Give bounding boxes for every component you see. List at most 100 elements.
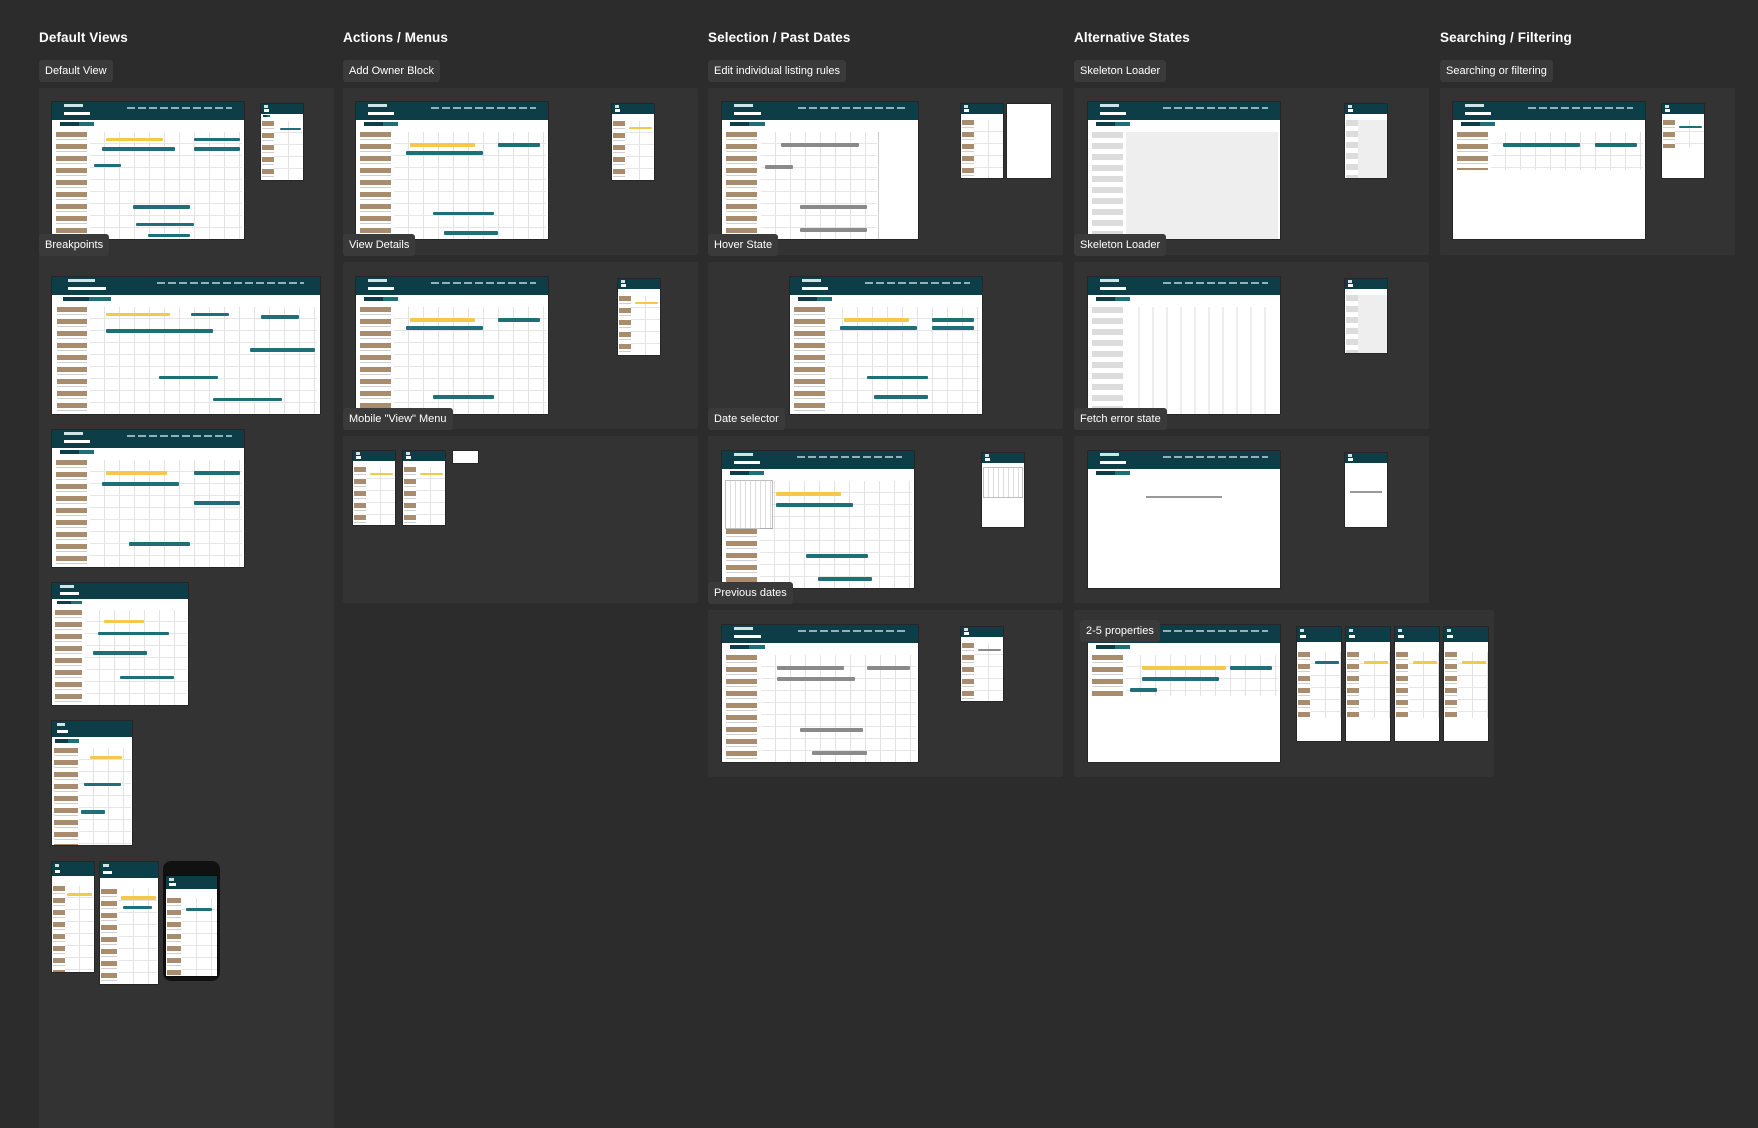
searching-filtering-desktop-mock[interactable] bbox=[1453, 102, 1645, 239]
two-five-properties-mobile-mock-3[interactable] bbox=[1395, 627, 1439, 741]
phone-screen-mock[interactable] bbox=[166, 876, 217, 976]
view-menu-popover[interactable] bbox=[453, 451, 478, 463]
edit-listing-rules-mobile-mock[interactable] bbox=[961, 104, 1003, 178]
frame-label-date-selector[interactable]: Date selector bbox=[708, 408, 785, 430]
mock-property-list bbox=[261, 120, 274, 180]
mobile-view-menu-mock-2[interactable] bbox=[403, 451, 445, 525]
booking-bar bbox=[105, 471, 168, 475]
frame-label-previous-dates[interactable]: Previous dates bbox=[708, 582, 793, 604]
mock-header bbox=[722, 625, 918, 643]
mock-calendar-grid bbox=[366, 467, 395, 525]
breakpoint-md-mock[interactable] bbox=[52, 583, 188, 705]
frame-label-two-five-properties[interactable]: 2-5 properties bbox=[1080, 620, 1160, 642]
mock-property-list bbox=[961, 120, 974, 178]
previous-dates-mobile-mock[interactable] bbox=[961, 627, 1003, 701]
mock-property-list bbox=[725, 655, 758, 762]
searching-filtering-mobile-mock[interactable] bbox=[1662, 104, 1704, 178]
frame-label-view-details[interactable]: View Details bbox=[343, 234, 416, 256]
default-view-mobile-mock[interactable] bbox=[261, 104, 303, 180]
mock-header bbox=[52, 430, 244, 448]
booking-bar bbox=[634, 301, 658, 304]
edit-listing-rules-desktop-mock[interactable] bbox=[722, 102, 918, 239]
mock-tabs bbox=[1095, 121, 1131, 127]
breakpoint-xl-mock[interactable] bbox=[52, 277, 320, 414]
skeleton-loader-desktop-mock-2[interactable] bbox=[1088, 277, 1280, 414]
breakpoint-xs-mock-1[interactable] bbox=[52, 862, 94, 972]
booking-bar bbox=[194, 471, 241, 475]
error-message-line bbox=[1350, 491, 1382, 494]
booking-bar bbox=[866, 375, 929, 380]
booking-bar bbox=[405, 326, 483, 331]
two-five-properties-mobile-mock-1[interactable] bbox=[1297, 627, 1341, 741]
mock-calendar-grid bbox=[761, 132, 877, 239]
add-owner-block-desktop-mock[interactable] bbox=[356, 102, 548, 239]
frame-label-mobile-view-menu[interactable]: Mobile "View" Menu bbox=[343, 408, 453, 430]
two-five-properties-mobile-mock-4[interactable] bbox=[1444, 627, 1488, 741]
panel-mobile-view-menu[interactable] bbox=[343, 436, 698, 603]
fetch-error-mobile-mock[interactable] bbox=[1345, 453, 1387, 527]
frame-label-default-view[interactable]: Default View bbox=[39, 60, 113, 82]
mock-calendar-grid bbox=[118, 888, 158, 984]
frame-label-edit-listing-rules[interactable]: Edit individual listing rules bbox=[708, 60, 846, 82]
section-title-alternative-states: Alternative States bbox=[1074, 30, 1190, 45]
frame-label-fetch-error-state[interactable]: Fetch error state bbox=[1074, 408, 1167, 430]
date-selector-desktop-mock[interactable] bbox=[722, 451, 914, 588]
frame-label-skeleton-loader-1[interactable]: Skeleton Loader bbox=[1074, 60, 1167, 82]
fetch-error-desktop-mock[interactable] bbox=[1088, 451, 1280, 588]
section-title-actions-menus: Actions / Menus bbox=[343, 30, 449, 45]
booking-bar bbox=[1130, 688, 1158, 692]
two-five-properties-desktop-mock[interactable] bbox=[1088, 625, 1280, 762]
hover-state-desktop-mock[interactable] bbox=[790, 277, 982, 414]
frame-label-breakpoints[interactable]: Breakpoints bbox=[39, 234, 110, 256]
previous-dates-desktop-mock[interactable] bbox=[722, 625, 918, 762]
frame-label-add-owner-block[interactable]: Add Owner Block bbox=[343, 60, 440, 82]
date-picker-popover[interactable] bbox=[983, 467, 1023, 498]
booking-bar bbox=[498, 143, 541, 147]
booking-bar bbox=[775, 492, 842, 496]
listing-rules-side-panel[interactable] bbox=[878, 132, 918, 239]
mock-header bbox=[1345, 104, 1387, 114]
listing-rules-mobile-sheet[interactable] bbox=[1007, 104, 1051, 178]
mock-header bbox=[1346, 627, 1390, 642]
breakpoint-lg-mock[interactable] bbox=[52, 430, 244, 567]
skeleton-loader-desktop-mock-1[interactable] bbox=[1088, 102, 1280, 239]
phone-device-frame bbox=[163, 861, 220, 981]
booking-bar bbox=[194, 501, 241, 506]
mock-header bbox=[1453, 102, 1645, 120]
mock-calendar-grid bbox=[84, 609, 187, 705]
booking-bar bbox=[1314, 661, 1339, 665]
mock-property-list bbox=[1091, 307, 1123, 414]
breakpoint-sm-mock[interactable] bbox=[52, 721, 132, 845]
date-selector-mobile-mock[interactable] bbox=[982, 453, 1024, 527]
mock-tabs bbox=[363, 121, 399, 127]
mock-tabs bbox=[363, 296, 399, 302]
view-details-mobile-mock[interactable] bbox=[618, 279, 660, 355]
default-view-desktop-mock[interactable] bbox=[52, 102, 244, 239]
mock-header bbox=[100, 862, 158, 878]
mock-tabs bbox=[57, 600, 83, 605]
mock-header bbox=[961, 104, 1003, 114]
mock-tabs bbox=[55, 738, 80, 743]
mock-calendar-grid bbox=[761, 655, 917, 762]
booking-bar bbox=[628, 126, 652, 129]
frame-label-searching-or-filtering[interactable]: Searching or filtering bbox=[1440, 60, 1553, 82]
two-five-properties-mobile-mock-2[interactable] bbox=[1346, 627, 1390, 741]
mobile-view-menu-mock-1[interactable] bbox=[353, 451, 395, 525]
mock-tabs bbox=[1460, 121, 1496, 127]
booking-bar bbox=[432, 211, 495, 216]
mock-header bbox=[1662, 104, 1704, 114]
breakpoint-xs-mock-2[interactable] bbox=[100, 862, 158, 984]
date-picker-popover[interactable] bbox=[725, 481, 772, 528]
frame-label-skeleton-loader-2[interactable]: Skeleton Loader bbox=[1074, 234, 1167, 256]
mock-property-list bbox=[57, 307, 87, 414]
mock-calendar-grid bbox=[625, 120, 654, 180]
mock-nav bbox=[796, 456, 903, 459]
mock-property-list bbox=[52, 886, 65, 972]
view-details-desktop-mock[interactable] bbox=[356, 277, 548, 414]
skeleton-loader-mobile-mock-2[interactable] bbox=[1345, 279, 1387, 353]
add-owner-block-mobile-mock[interactable] bbox=[612, 104, 654, 180]
mock-property-list bbox=[359, 307, 391, 414]
frame-label-hover-state[interactable]: Hover State bbox=[708, 234, 779, 256]
mock-header bbox=[356, 277, 548, 295]
skeleton-loader-mobile-mock-1[interactable] bbox=[1345, 104, 1387, 178]
